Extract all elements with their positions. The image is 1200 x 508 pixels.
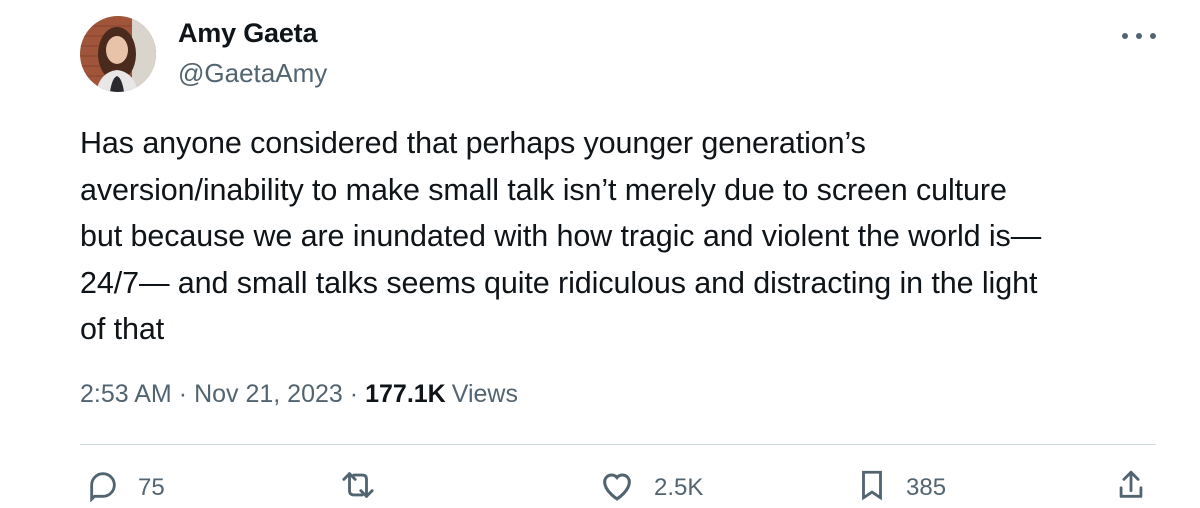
share-icon — [1116, 468, 1146, 502]
more-options-icon[interactable] — [1122, 24, 1156, 48]
retweet-icon — [338, 468, 378, 502]
views-label: Views — [451, 380, 518, 408]
divider — [80, 444, 1156, 445]
bookmark-button[interactable]: 385 — [856, 468, 946, 502]
reply-count: 75 — [138, 474, 165, 501]
tweet-meta: 2:53 AM · Nov 21, 2023 · 177.1K Views — [80, 380, 518, 409]
tweet-text: Has anyone considered that perhaps young… — [80, 126, 1042, 346]
like-count: 2.5K — [654, 474, 704, 501]
heart-icon — [598, 468, 636, 502]
avatar[interactable] — [80, 16, 156, 92]
like-button[interactable]: 2.5K — [598, 468, 703, 502]
reply-icon — [86, 468, 120, 502]
bookmark-count: 385 — [906, 474, 947, 501]
action-bar: 75 2.5K 385 — [80, 468, 1156, 508]
meta-separator: · — [178, 380, 188, 408]
tweet-time[interactable]: 2:53 AM — [80, 380, 172, 409]
share-button[interactable] — [1116, 468, 1146, 502]
display-name[interactable]: Amy Gaeta — [178, 18, 317, 49]
meta-separator: · — [349, 380, 359, 408]
tweet-date[interactable]: Nov 21, 2023 — [194, 380, 343, 409]
bookmark-icon — [856, 468, 888, 502]
views-count[interactable]: 177.1K — [365, 380, 446, 409]
user-handle[interactable]: @GaetaAmy — [178, 58, 327, 89]
tweet: Amy Gaeta @GaetaAmy Has anyone considere… — [0, 0, 1200, 502]
retweet-button[interactable] — [338, 468, 396, 502]
reply-button[interactable]: 75 — [86, 468, 165, 502]
